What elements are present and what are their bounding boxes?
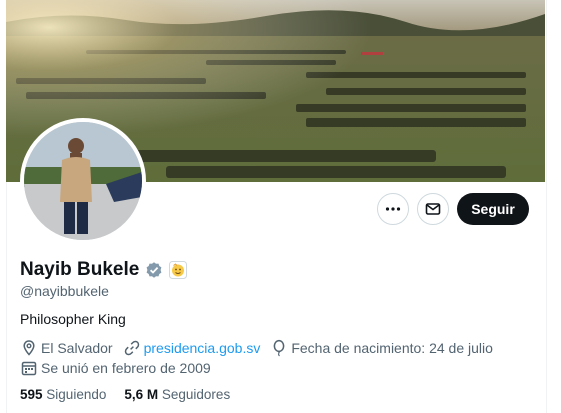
follow-stats: 595 Siguiendo 5,6 M Seguidores	[20, 387, 230, 402]
message-button[interactable]	[417, 193, 449, 225]
name-row: Nayib Bukele	[20, 258, 188, 282]
emoji-badge-icon[interactable]	[169, 261, 188, 279]
following-stat[interactable]: 595 Siguiendo	[20, 387, 106, 402]
followers-count: 5,6 M	[124, 387, 159, 402]
following-label: Siguiendo	[46, 387, 107, 402]
website-link[interactable]: presidencia.gob.sv	[144, 340, 261, 356]
joined-text: Se unió en febrero de 2009	[41, 360, 211, 376]
website-item[interactable]: presidencia.gob.sv	[123, 339, 261, 357]
location-pin-icon	[23, 340, 35, 356]
user-handle: @nayibbukele	[20, 283, 109, 299]
followers-stat[interactable]: 5,6 M Seguidores	[124, 387, 230, 402]
more-horizontal-icon	[385, 207, 401, 211]
location-text: El Salvador	[41, 340, 113, 356]
joined-item: Se unió en febrero de 2009	[20, 359, 211, 377]
profile-bio: Philosopher King	[20, 311, 126, 327]
birthday-text: Fecha de nacimiento: 24 de julio	[291, 340, 493, 356]
balloon-icon	[273, 339, 285, 357]
link-icon	[124, 340, 139, 356]
more-options-button[interactable]	[377, 193, 409, 225]
follow-button[interactable]: Seguir	[457, 193, 529, 225]
following-count: 595	[20, 387, 43, 402]
profile-meta-row: El Salvador presidencia.gob.sv Fecha de …	[20, 339, 503, 357]
profile-avatar[interactable]	[20, 118, 146, 244]
envelope-icon	[425, 203, 441, 215]
profile-meta-row-2: Se unió en febrero de 2009	[20, 359, 221, 377]
calendar-icon	[21, 361, 37, 376]
birthday-item: Fecha de nacimiento: 24 de julio	[270, 339, 493, 357]
location-item: El Salvador	[20, 339, 113, 357]
followers-label: Seguidores	[161, 387, 231, 402]
display-name: Nayib Bukele	[20, 259, 140, 280]
avatar-image	[24, 122, 142, 240]
verified-badge-icon[interactable]	[145, 261, 163, 279]
